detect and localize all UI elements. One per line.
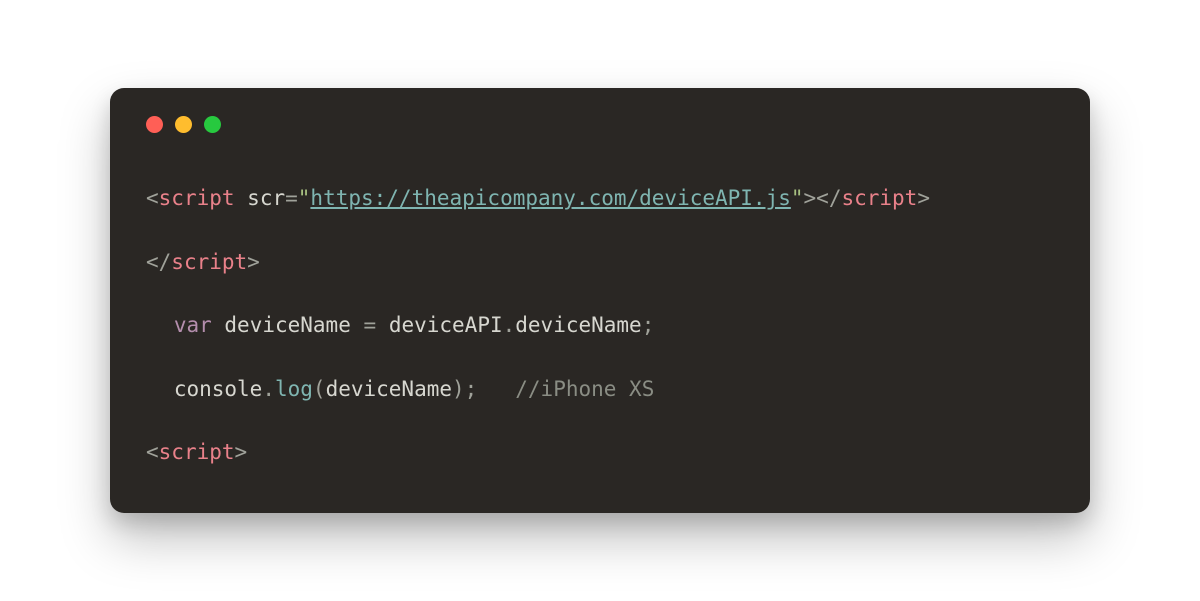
quote: " xyxy=(791,186,804,210)
space xyxy=(376,313,389,337)
angle-bracket: > xyxy=(247,250,260,274)
quote: " xyxy=(298,186,311,210)
tag-name: script xyxy=(159,186,235,210)
minimize-icon[interactable] xyxy=(175,116,192,133)
dot: . xyxy=(262,377,275,401)
code-line-2: </script> xyxy=(146,247,1054,279)
comment: //iPhone XS xyxy=(515,377,654,401)
identifier: deviceName xyxy=(224,313,350,337)
maximize-icon[interactable] xyxy=(204,116,221,133)
blank-line xyxy=(146,405,1054,437)
angle-bracket: > xyxy=(917,186,930,210)
code-line-5: <script> xyxy=(146,437,1054,469)
angle-bracket: < xyxy=(146,440,159,464)
space xyxy=(235,186,248,210)
method-name: log xyxy=(275,377,313,401)
equals: = xyxy=(285,186,298,210)
identifier: console xyxy=(174,377,263,401)
code-block: <script scr="https://theapicompany.com/d… xyxy=(146,183,1054,469)
angle-bracket: > xyxy=(804,186,817,210)
space xyxy=(351,313,364,337)
blank-line xyxy=(146,215,1054,247)
code-line-1: <script scr="https://theapicompany.com/d… xyxy=(146,183,1054,215)
space xyxy=(477,377,515,401)
angle-bracket: > xyxy=(235,440,248,464)
paren: ( xyxy=(313,377,326,401)
equals: = xyxy=(364,313,377,337)
attr-name: scr xyxy=(247,186,285,210)
identifier: deviceAPI xyxy=(389,313,503,337)
window-controls xyxy=(146,116,1054,133)
paren: ) xyxy=(452,377,465,401)
close-icon[interactable] xyxy=(146,116,163,133)
angle-bracket: < xyxy=(146,186,159,210)
code-line-4: console.log(deviceName); //iPhone XS xyxy=(146,374,1054,406)
tag-name: script xyxy=(841,186,917,210)
keyword-var: var xyxy=(174,313,212,337)
identifier: deviceName xyxy=(326,377,452,401)
url-string: https://theapicompany.com/deviceAPI.js xyxy=(310,186,790,210)
code-window: <script scr="https://theapicompany.com/d… xyxy=(110,88,1090,513)
semicolon: ; xyxy=(465,377,478,401)
space xyxy=(212,313,225,337)
dot: . xyxy=(503,313,516,337)
angle-bracket: </ xyxy=(146,250,171,274)
blank-line xyxy=(146,278,1054,310)
semicolon: ; xyxy=(642,313,655,337)
blank-line xyxy=(146,342,1054,374)
tag-name: script xyxy=(159,440,235,464)
angle-bracket: </ xyxy=(816,186,841,210)
tag-name: script xyxy=(171,250,247,274)
identifier: deviceName xyxy=(515,313,641,337)
code-line-3: var deviceName = deviceAPI.deviceName; xyxy=(146,310,1054,342)
